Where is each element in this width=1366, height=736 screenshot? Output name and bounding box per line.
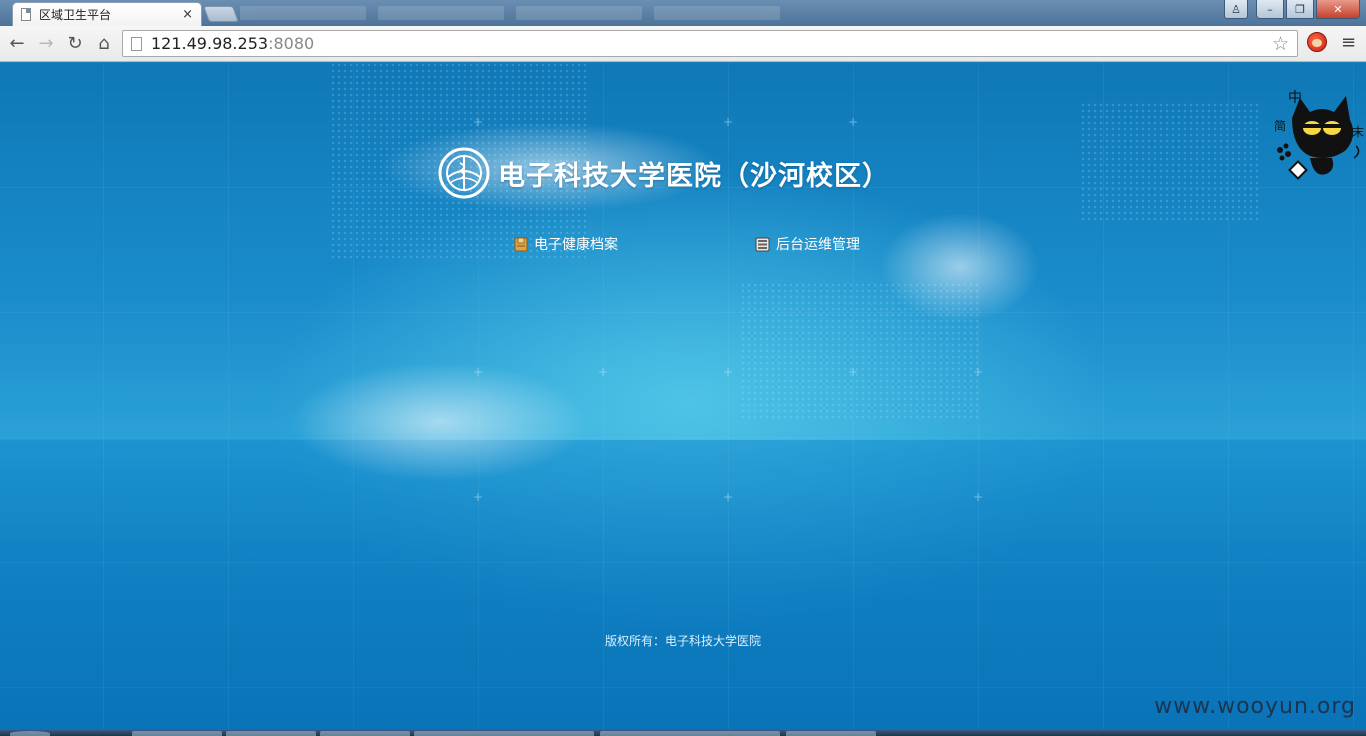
grid-plus: +: [973, 490, 984, 504]
back-button[interactable]: ←: [6, 32, 28, 54]
grid-plus: +: [473, 115, 484, 129]
background-tab[interactable]: [654, 6, 780, 20]
background-dots: [1080, 102, 1260, 222]
admin-link-label: 后台运维管理: [776, 237, 860, 253]
window-controls: ♙ – ❐ ✕: [1224, 0, 1360, 19]
page-viewport: + + + + + + + + + + + 电子科技大学医院（沙河校区） 电子健…: [0, 62, 1366, 730]
cat-mascot-icon[interactable]: 中 简 末: [1270, 88, 1366, 184]
grid-plus: +: [848, 365, 859, 379]
mascot-char-mo: 末: [1352, 125, 1364, 139]
url-port: :8080: [268, 34, 315, 53]
grid-plus: +: [723, 115, 734, 129]
hospital-logo-icon: [438, 147, 490, 199]
extension-icon[interactable]: [1307, 32, 1327, 52]
admin-link[interactable]: 后台运维管理: [755, 234, 860, 254]
tab-close-icon[interactable]: ×: [182, 7, 193, 22]
grid-plus: +: [723, 490, 734, 504]
minimize-button[interactable]: –: [1256, 0, 1284, 19]
forward-button[interactable]: →: [35, 32, 57, 54]
background-tabs: [240, 4, 780, 22]
reload-button[interactable]: ↻: [64, 32, 86, 54]
taskbar-item[interactable]: [226, 731, 316, 736]
new-tab-button[interactable]: [203, 6, 239, 22]
url-host: 121.49.98.253: [151, 34, 269, 53]
grid-plus: +: [848, 115, 859, 129]
grid-plus: +: [723, 365, 734, 379]
maximize-button[interactable]: ❐: [1286, 0, 1314, 19]
ehr-link[interactable]: 电子健康档案: [514, 234, 618, 254]
grid-plus: +: [473, 365, 484, 379]
tab-active[interactable]: 区域卫生平台 ×: [12, 2, 202, 26]
mascot-char-jian: 简: [1274, 119, 1286, 133]
cloud: [290, 362, 590, 482]
page-icon: [21, 8, 31, 21]
cloud: [880, 212, 1040, 322]
copyright-text: 版权所有：电子科技大学医院: [604, 634, 761, 648]
start-button[interactable]: [10, 731, 50, 736]
grid-plus: +: [973, 365, 984, 379]
user-profile-button[interactable]: ♙: [1224, 0, 1248, 19]
hospital-brand: 电子科技大学医院（沙河校区）: [438, 147, 890, 199]
taskbar-item[interactable]: [600, 731, 780, 736]
chrome-menu-icon[interactable]: ≡: [1341, 32, 1356, 53]
grid-plus: +: [598, 365, 609, 379]
taskbar-item[interactable]: [320, 731, 410, 736]
bookmark-star-icon[interactable]: ☆: [1272, 33, 1289, 55]
tab-title: 区域卫生平台: [39, 8, 112, 22]
close-window-button[interactable]: ✕: [1316, 0, 1360, 19]
page-title: 电子科技大学医院（沙河校区）: [498, 160, 890, 192]
browser-toolbar: ← → ↻ ⌂ 121.49.98.253:8080 ☆ ≡: [0, 26, 1366, 62]
server-icon: [755, 237, 770, 251]
taskbar-item[interactable]: [786, 731, 876, 736]
home-button[interactable]: ⌂: [93, 32, 115, 54]
taskbar-item[interactable]: [414, 731, 594, 736]
ehr-link-label: 电子健康档案: [534, 237, 618, 253]
background-tab[interactable]: [378, 6, 504, 20]
window-titlebar: 区域卫生平台 × ♙ – ❐ ✕: [0, 0, 1366, 26]
address-bar[interactable]: 121.49.98.253:8080 ☆: [122, 30, 1298, 57]
folder-icon: [514, 237, 528, 251]
background-tab[interactable]: [516, 6, 642, 20]
mascot-char-zhong: 中: [1288, 90, 1302, 106]
os-taskbar: [0, 730, 1366, 736]
grid-plus: +: [473, 490, 484, 504]
page-info-icon[interactable]: [131, 36, 142, 51]
background-tab[interactable]: [240, 6, 366, 20]
taskbar-item[interactable]: [132, 731, 222, 736]
watermark: www.wooyun.org: [1154, 694, 1356, 719]
